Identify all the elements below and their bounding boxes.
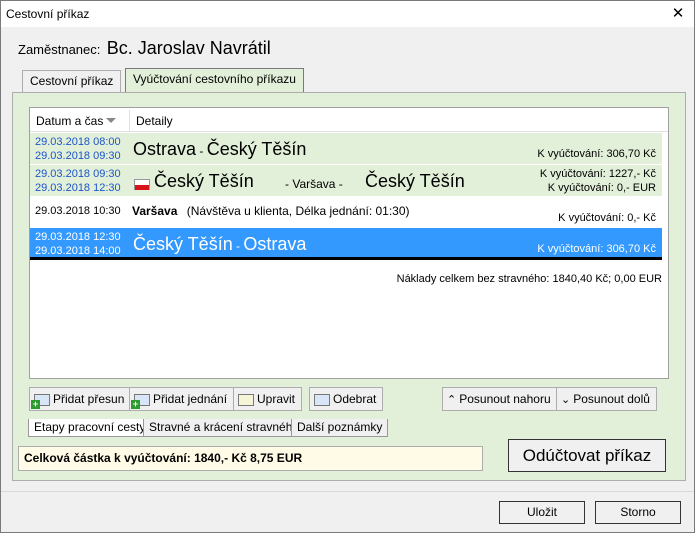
- row-amounts: K vyúčtování: 1227,- Kč K vyúčtování: 0,…: [540, 167, 656, 195]
- row-end-datetime: 29.03.2018 12:30: [35, 182, 121, 194]
- footer-divider: [1, 491, 694, 492]
- row-end-datetime: 29.03.2018 14:00: [35, 245, 121, 257]
- route-separator: -: [232, 239, 244, 253]
- list-item[interactable]: 29.03.2018 08:00 29.03.2018 09:30 Ostrav…: [30, 133, 662, 164]
- edit-button[interactable]: Upravit: [233, 387, 303, 411]
- row-amount-czk: K vyúčtování: 1227,- Kč: [539, 168, 656, 180]
- row-amount: K vyúčtování: 306,70 Kč: [537, 148, 656, 160]
- column-details[interactable]: Detaily: [136, 114, 173, 128]
- remove-label: Odebrat: [333, 392, 377, 406]
- row-datetime: 29.03.2018 10:30: [35, 205, 121, 217]
- route-separator: -: [196, 144, 207, 158]
- route-from: Český Těšín: [154, 171, 254, 191]
- row-dates: 29.03.2018 12:30 29.03.2018 14:00: [35, 230, 121, 258]
- edit-icon: [238, 393, 254, 406]
- route-from: Český Těšín: [133, 234, 233, 254]
- add-transfer-label: Přidat přesun: [53, 392, 125, 406]
- save-button[interactable]: Uložit: [499, 501, 585, 524]
- chevron-down-icon: ⌄: [561, 394, 571, 406]
- route: Český Těšín - Ostrava: [133, 234, 306, 255]
- add-transfer-icon: +: [31, 393, 50, 409]
- edit-label: Upravit: [257, 392, 296, 406]
- route-to: Ostrava: [243, 234, 307, 254]
- column-datetime[interactable]: Datum a čas: [36, 114, 103, 128]
- settle-order-button[interactable]: Odúčtovat příkaz: [508, 439, 666, 472]
- employee-name: Bc. Jaroslav Navrátil: [106, 38, 271, 58]
- remove-button[interactable]: Odebrat: [309, 387, 384, 411]
- tab-settlement[interactable]: Vyúčtování cestovního příkazu: [125, 68, 304, 92]
- add-meeting-button[interactable]: + Přidat jednání: [129, 387, 235, 411]
- move-up-button[interactable]: ⌃ Posunout nahoru: [442, 387, 558, 411]
- meeting-place: Varšava: [132, 204, 178, 218]
- list-item[interactable]: 29.03.2018 10:30 Varšava (Návštěva u kli…: [30, 196, 662, 227]
- tab-travel-order[interactable]: Cestovní příkaz: [22, 70, 122, 92]
- add-meeting-label: Přidat jednání: [153, 392, 228, 406]
- title-bar: Cestovní příkaz ✕: [1, 1, 694, 27]
- subtab-notes[interactable]: Další poznámky: [291, 419, 389, 437]
- meeting-details: Varšava (Návštěva u klienta, Délka jedná…: [132, 204, 410, 218]
- route-via: - Varšava -: [285, 177, 343, 191]
- employee-label: Zaměstnanec:: [18, 42, 101, 57]
- row-start-datetime: 29.03.2018 12:30: [35, 231, 121, 243]
- remove-icon: [314, 393, 330, 406]
- stages-list[interactable]: Datum a čas Detaily 29.03.2018 08:00 29.…: [29, 107, 669, 379]
- row-end-datetime: 29.03.2018 09:30: [35, 150, 121, 162]
- add-meeting-icon: +: [131, 393, 150, 409]
- subtab-meal-allowance[interactable]: Stravné a krácení stravného: [143, 419, 306, 437]
- list-item[interactable]: 29.03.2018 09:30 29.03.2018 12:30 Český …: [30, 165, 662, 196]
- total-amount: Celková částka k vyúčtování: 1840,- Kč 8…: [18, 446, 483, 471]
- row-amount-eur: K vyúčtování: 0,- EUR: [547, 182, 656, 194]
- meeting-note: (Návštěva u klienta, Délka jednání: 01:3…: [186, 204, 410, 218]
- subtab-stages[interactable]: Etapy pracovní cesty: [28, 419, 152, 437]
- route-from: Ostrava: [133, 139, 197, 159]
- row-dates: 29.03.2018 08:00 29.03.2018 09:30: [35, 135, 121, 163]
- route-to: Český Těšín: [365, 171, 465, 191]
- total-costs: Náklady celkem bez stravného: 1840,40 Kč…: [396, 273, 662, 285]
- move-up-label: Posunout nahoru: [459, 392, 551, 406]
- route: Ostrava - Český Těšín: [133, 139, 306, 160]
- poland-flag-icon: [134, 179, 150, 190]
- row-amount: K vyúčtování: 0,- Kč: [558, 212, 656, 224]
- dialog-window: Cestovní příkaz ✕ Zaměstnanec: Bc. Jaros…: [0, 0, 695, 533]
- list-header: Datum a čas Detaily: [30, 108, 668, 132]
- cancel-button[interactable]: Storno: [595, 501, 681, 524]
- route-to: Český Těšín: [206, 139, 307, 159]
- row-dates: 29.03.2018 09:30 29.03.2018 12:30: [35, 167, 121, 195]
- close-icon[interactable]: ✕: [668, 4, 688, 24]
- column-separator: [129, 110, 130, 132]
- move-down-button[interactable]: ⌄ Posunout dolů: [556, 387, 657, 411]
- window-title: Cestovní příkaz: [6, 7, 90, 21]
- row-start-datetime: 29.03.2018 08:00: [35, 136, 121, 148]
- chevron-up-icon: ⌃: [447, 394, 457, 406]
- sort-down-icon: [106, 118, 116, 123]
- row-amount: K vyúčtování: 306,70 Kč: [537, 243, 656, 255]
- move-down-label: Posunout dolů: [573, 392, 650, 406]
- row-start-datetime: 29.03.2018 09:30: [35, 168, 121, 180]
- employee-info: Zaměstnanec: Bc. Jaroslav Navrátil: [18, 38, 271, 59]
- add-transfer-button[interactable]: + Přidat přesun: [29, 387, 132, 411]
- list-item-selected[interactable]: 29.03.2018 12:30 29.03.2018 14:00 Český …: [30, 228, 662, 260]
